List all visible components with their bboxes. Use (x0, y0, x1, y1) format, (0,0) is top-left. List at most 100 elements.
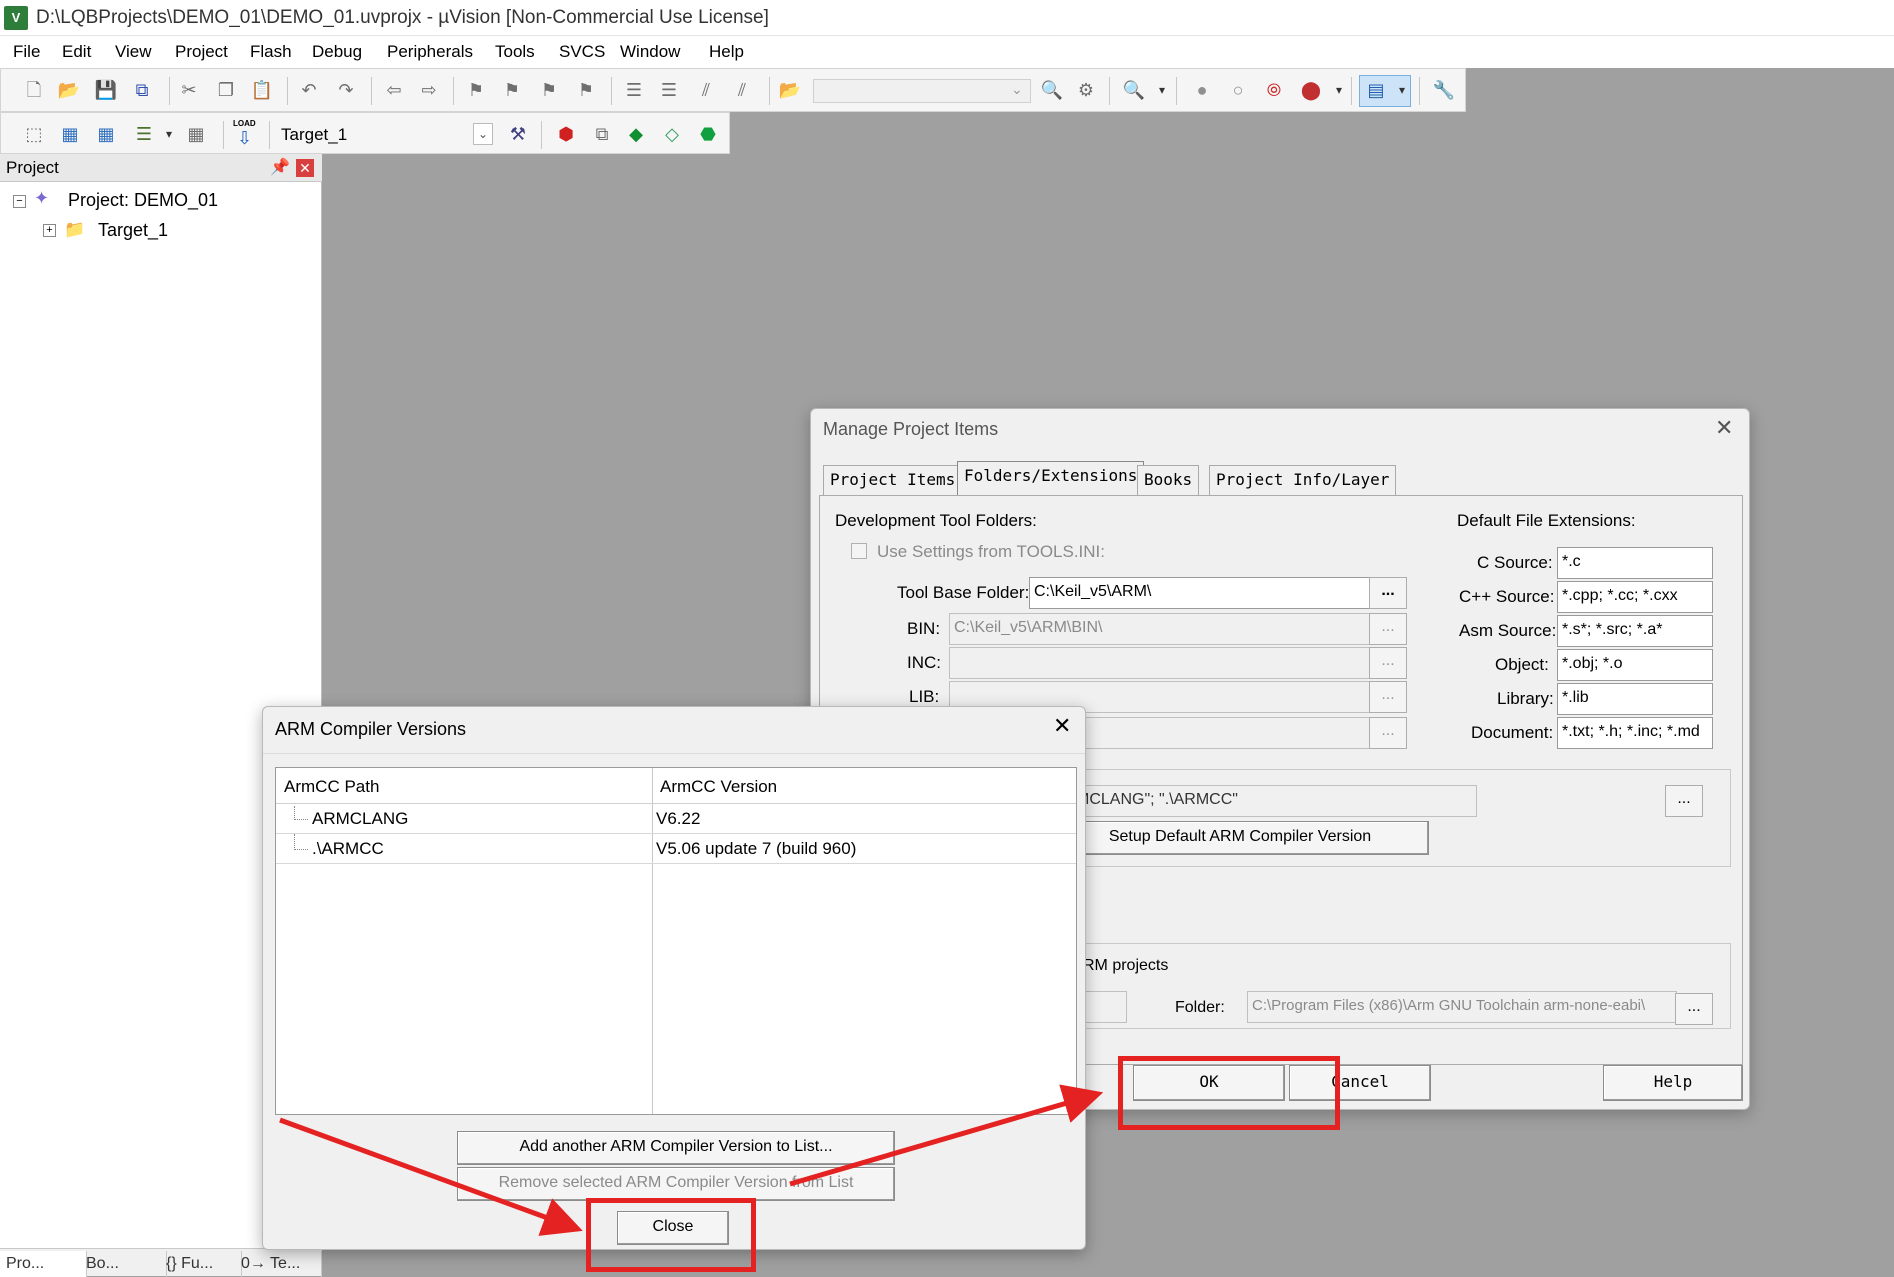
column-header-version[interactable]: ArmCC Version (660, 777, 777, 797)
breakpoint-icon[interactable]: ● (1189, 77, 1215, 103)
browse-bin-button[interactable]: ... (1369, 613, 1407, 645)
bookmark-prev-icon[interactable]: ⚑ (499, 77, 525, 103)
breakpoints-kill-all-icon[interactable]: ⬤ (1298, 77, 1324, 103)
stop-build-icon[interactable]: ▦ (183, 121, 209, 147)
dropdown-arrow-icon[interactable]: ▾ (156, 121, 182, 147)
close-icon[interactable]: ✕ (1053, 713, 1071, 739)
library-field[interactable]: *.lib (1557, 683, 1713, 715)
tab-project[interactable]: Pro... (0, 1251, 87, 1277)
chevron-down-icon[interactable]: ⌄ (473, 123, 493, 145)
object-field[interactable]: *.obj; *.o (1557, 649, 1713, 681)
find-icon[interactable]: 🔍 (1039, 77, 1065, 103)
menu-tools[interactable]: Tools (495, 42, 535, 62)
bookmark-clear-icon[interactable]: ⚑ (573, 77, 599, 103)
column-header-path[interactable]: ArmCC Path (284, 777, 379, 797)
menu-flash[interactable]: Flash (250, 42, 292, 62)
target-select[interactable]: Target_1 (281, 125, 347, 145)
batch-build-icon[interactable]: ☰ (131, 121, 157, 147)
build-icon[interactable]: ▦ (57, 121, 83, 147)
browse-lib-button[interactable]: ... (1369, 681, 1407, 713)
browse-regfile-button[interactable]: ... (1369, 717, 1407, 749)
setup-default-compiler-button[interactable]: Setup Default ARM Compiler Version (1051, 821, 1429, 855)
expand-icon[interactable]: + (43, 224, 56, 237)
indent-icon[interactable]: ☰ (621, 77, 647, 103)
close-icon[interactable]: ✕ (1715, 415, 1733, 441)
uncomment-icon[interactable]: ⫽ (729, 77, 755, 103)
use-settings-checkbox[interactable] (851, 543, 867, 559)
paste-icon[interactable]: 📋 (249, 77, 275, 103)
redo-icon[interactable]: ↷ (333, 77, 359, 103)
pin-icon[interactable]: 📌 (270, 157, 290, 177)
rebuild-icon[interactable]: ▦ (93, 121, 119, 147)
menu-view[interactable]: View (115, 42, 152, 62)
unindent-icon[interactable]: ☰ (656, 77, 682, 103)
copy-icon[interactable]: ❐ (213, 77, 239, 103)
compiler-list-field[interactable]: MCLANG"; ".\ARMCC" (1071, 785, 1477, 817)
tab-project-info-layer[interactable]: Project Info/Layer (1209, 465, 1397, 496)
select-software-packs-icon[interactable]: ⬣ (695, 121, 721, 147)
browse-compiler-button[interactable]: ... (1665, 785, 1703, 817)
add-compiler-button[interactable]: Add another ARM Compiler Version to List… (457, 1131, 895, 1165)
browse-gnu-folder-button[interactable]: ... (1675, 993, 1713, 1025)
translate-icon[interactable]: ⬚ (21, 121, 47, 147)
compiler-list[interactable]: ArmCC Path ArmCC Version ARMCLANG V6.22 … (275, 767, 1077, 1115)
tree-target[interactable]: Target_1 (98, 220, 168, 241)
options-for-target-icon[interactable]: ⚒ (505, 121, 531, 147)
select-packs-icon[interactable]: ⧉ (589, 121, 615, 147)
tab-project-items[interactable]: Project Items (823, 465, 963, 496)
list-item[interactable]: .\ARMCC V5.06 update 7 (build 960) (276, 834, 1076, 864)
pack-installer-icon[interactable]: ◇ (659, 121, 685, 147)
menu-svcs[interactable]: SVCS (559, 42, 605, 62)
asm-source-field[interactable]: *.s*; *.src; *.a* (1557, 615, 1713, 647)
tab-folders-extensions[interactable]: Folders/Extensions (957, 461, 1145, 496)
nav-back-icon[interactable]: ⇦ (381, 77, 407, 103)
c-source-field[interactable]: *.c (1557, 547, 1713, 579)
close-icon[interactable]: ✕ (296, 159, 314, 177)
menu-help[interactable]: Help (709, 42, 744, 62)
tab-books[interactable]: Books (1137, 465, 1200, 496)
tree-project-root[interactable]: Project: DEMO_01 (68, 190, 218, 211)
breakpoint-disable-icon[interactable]: ○ (1225, 77, 1251, 103)
tab-templates[interactable]: 0→ Te... (235, 1251, 322, 1277)
download-icon[interactable]: LOAD ⇩ (231, 119, 261, 149)
browse-inc-button[interactable]: ... (1369, 647, 1407, 679)
tab-functions[interactable]: {} Fu... (160, 1251, 242, 1277)
debug-session-icon[interactable]: 🔍 (1121, 77, 1147, 103)
find-in-files-icon[interactable]: 📂 (777, 77, 803, 103)
comment-icon[interactable]: ⫽ (693, 77, 719, 103)
bookmark-toggle-icon[interactable]: ⚑ (463, 77, 489, 103)
bin-field[interactable]: C:\Keil_v5\ARM\BIN\ (949, 613, 1371, 645)
remove-compiler-button[interactable]: Remove selected ARM Compiler Version fro… (457, 1167, 895, 1201)
configure-icon[interactable]: ⚙ (1073, 77, 1099, 103)
bookmark-next-icon[interactable]: ⚑ (536, 77, 562, 103)
open-folder-icon[interactable]: 📂 (56, 77, 82, 103)
save-all-icon[interactable]: ⧉ (129, 77, 155, 103)
manage-project-items-icon[interactable]: ⬢ (553, 121, 579, 147)
menu-peripherals[interactable]: Peripherals (387, 42, 473, 62)
nav-forward-icon[interactable]: ⇨ (416, 77, 442, 103)
manage-rte-icon[interactable]: ◆ (623, 121, 649, 147)
save-icon[interactable]: 💾 (93, 77, 119, 103)
gnu-folder-field[interactable]: C:\Program Files (x86)\Arm GNU Toolchain… (1247, 991, 1677, 1023)
breakpoints-disable-all-icon[interactable]: ⦾ (1261, 77, 1287, 103)
tab-books[interactable]: Bo... (80, 1251, 167, 1277)
document-field[interactable]: *.txt; *.h; *.inc; *.md (1557, 717, 1713, 749)
list-item[interactable]: ARMCLANG V6.22 (276, 804, 1076, 834)
new-file-icon[interactable]: 🗋 (21, 77, 47, 103)
search-combo[interactable] (813, 79, 1031, 103)
cut-icon[interactable]: ✂ (176, 77, 202, 103)
browse-tool-base-button[interactable]: ... (1369, 577, 1407, 609)
menu-project[interactable]: Project (175, 42, 228, 62)
menu-window[interactable]: Window (620, 42, 680, 62)
inc-field[interactable] (949, 647, 1371, 679)
help-button[interactable]: Help (1603, 1065, 1743, 1101)
wrench-icon[interactable]: 🔧 (1431, 77, 1457, 103)
dropdown-arrow-icon[interactable]: ▾ (1326, 77, 1352, 103)
dropdown-arrow-icon[interactable]: ▾ (1149, 77, 1175, 103)
cpp-source-field[interactable]: *.cpp; *.cc; *.cxx (1557, 581, 1713, 613)
collapse-icon[interactable]: − (13, 195, 26, 208)
menu-edit[interactable]: Edit (62, 42, 91, 62)
tool-base-field[interactable]: C:\Keil_v5\ARM\ (1029, 577, 1371, 609)
menu-file[interactable]: File (13, 42, 40, 62)
undo-icon[interactable]: ↶ (296, 77, 322, 103)
